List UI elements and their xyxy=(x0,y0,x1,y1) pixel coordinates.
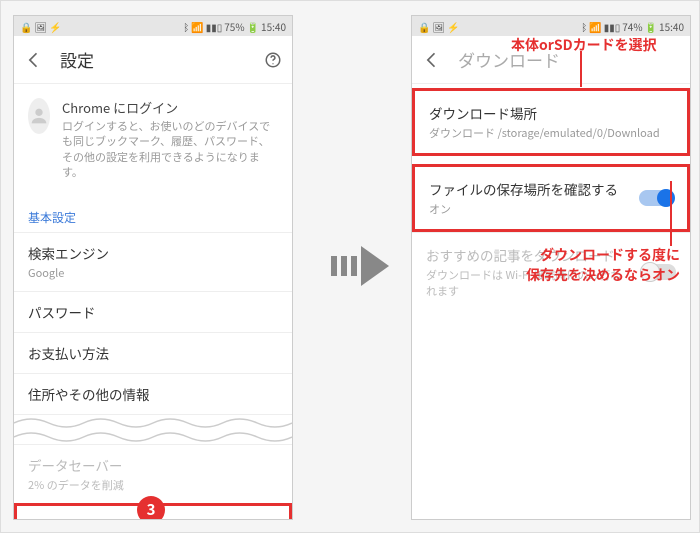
content-gap-wave xyxy=(14,414,292,444)
row-label: パスワード xyxy=(28,302,278,322)
signin-title: Chrome にログイン xyxy=(62,98,278,117)
row-sublabel: Google xyxy=(28,265,278,281)
battery-percent: 74% xyxy=(622,19,642,34)
row-payment[interactable]: お支払い方法 xyxy=(14,332,292,373)
bolt-icon: ⚡ xyxy=(49,19,61,34)
row-address[interactable]: 住所やその他の情報 xyxy=(14,373,292,414)
row-confirm-location[interactable]: ファイルの保存場所を確認する オン xyxy=(412,164,690,232)
bluetooth-icon: ᛒ xyxy=(581,19,587,34)
status-bar: 🔒 🖼 ⚡ ᛒ 📶 ▮▮▯ 74% 🔋 15:40 xyxy=(412,16,690,36)
clock: 15:40 xyxy=(261,19,286,34)
row-sublabel: オン xyxy=(429,201,618,217)
row-sublabel: ダウンロード /storage/emulated/0/Download xyxy=(429,125,673,141)
lock-icon: 🔒 xyxy=(20,19,32,34)
row-label: 検索エンジン xyxy=(28,243,278,263)
phone-left-settings: 🔒 🖼 ⚡ ᛒ 📶 ▮▮▯ 75% 🔋 15:40 設定 Chrome にログイ… xyxy=(13,15,293,520)
wifi-icon: 📶 xyxy=(191,19,203,34)
row-label: データセーバー xyxy=(28,455,278,475)
row-download-location[interactable]: ダウンロード場所 ダウンロード /storage/emulated/0/Down… xyxy=(412,88,690,156)
flow-arrow-icon xyxy=(331,241,391,291)
row-download[interactable]: ダウンロード 3 xyxy=(14,503,292,520)
row-label: ダウンロード場所 xyxy=(429,103,673,123)
app-bar: 設定 xyxy=(14,36,292,84)
row-label: お支払い方法 xyxy=(28,343,278,363)
back-arrow-icon[interactable] xyxy=(422,50,442,70)
row-label: ファイルの保存場所を確認する xyxy=(429,179,618,199)
help-icon[interactable] xyxy=(264,51,282,69)
page-title: 設定 xyxy=(60,47,248,72)
battery-percent: 75% xyxy=(224,19,244,34)
bolt-icon: ⚡ xyxy=(447,19,459,34)
back-arrow-icon[interactable] xyxy=(24,50,44,70)
section-label-basic: 基本設定 xyxy=(14,199,292,232)
row-sublabel: 2% のデータを削減 xyxy=(28,477,278,493)
signal-icon: ▮▮▯ xyxy=(206,19,223,34)
status-bar: 🔒 🖼 ⚡ ᛒ 📶 ▮▮▯ 75% 🔋 15:40 xyxy=(14,16,292,36)
image-icon: 🖼 xyxy=(34,19,47,34)
clock: 15:40 xyxy=(659,19,684,34)
avatar xyxy=(28,98,50,134)
annotation-line-1 xyxy=(571,51,591,91)
row-password[interactable]: パスワード xyxy=(14,291,292,332)
row-label: 住所やその他の情報 xyxy=(28,384,278,404)
battery-icon: 🔋 xyxy=(247,19,259,34)
lock-icon: 🔒 xyxy=(418,19,430,34)
row-datasaver[interactable]: データセーバー 2% のデータを削減 xyxy=(14,444,292,503)
signin-desc: ログインすると、お使いのどのデバイスでも同じブックマーク、履歴、パスワード、その… xyxy=(62,119,278,181)
battery-icon: 🔋 xyxy=(645,19,657,34)
row-search-engine[interactable]: 検索エンジン Google xyxy=(14,232,292,291)
annotation-toggle-line2: 保存先を決めるならオン xyxy=(526,266,680,286)
signin-row[interactable]: Chrome にログイン ログインすると、お使いのどのデバイスでも同じブックマー… xyxy=(14,84,292,199)
bluetooth-icon: ᛒ xyxy=(183,19,189,34)
signal-icon: ▮▮▯ xyxy=(604,19,621,34)
annotation-line-2 xyxy=(651,181,681,251)
wifi-icon: 📶 xyxy=(589,19,601,34)
step-badge-3: 3 xyxy=(137,496,165,520)
image-icon: 🖼 xyxy=(432,19,445,34)
